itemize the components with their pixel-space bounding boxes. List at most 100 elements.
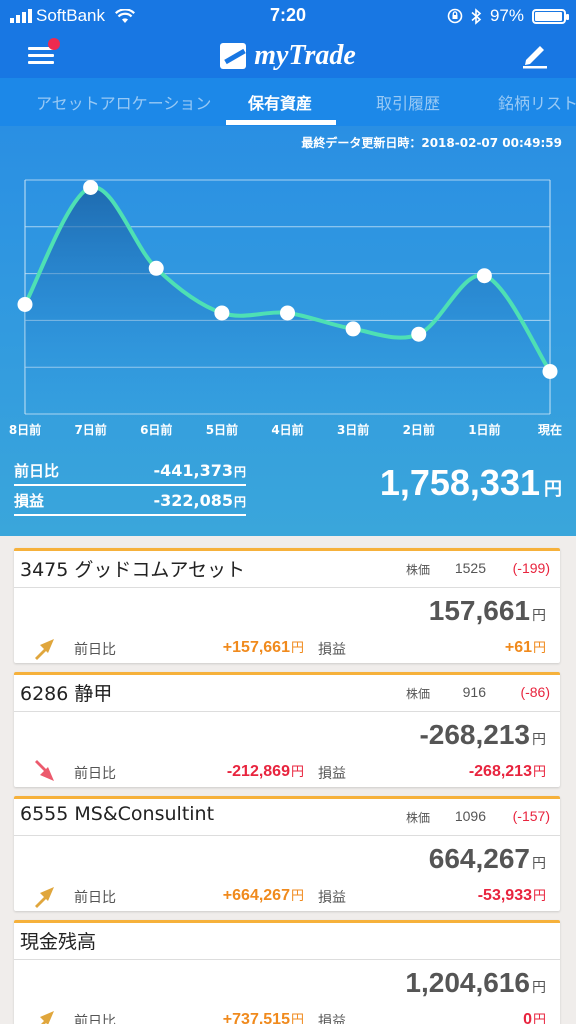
trend-down-arrow-icon [35, 760, 54, 781]
stock-price: 1525 [454, 560, 486, 576]
pl-value: -322,085 [153, 491, 233, 510]
chart-data-point [214, 305, 230, 321]
holding-value: -268,213 円 [419, 719, 546, 751]
stock-price: 916 [462, 684, 486, 700]
day-change-value: +664,267円 [154, 885, 304, 905]
total-assets: 1,758,331 円 [380, 462, 562, 504]
price-label: 株価 [406, 811, 431, 825]
price-change: (-199) [512, 560, 550, 576]
card-divider [14, 835, 560, 836]
day-change-label: 前日比 [74, 766, 116, 782]
holding-value-number: 1,204,616 [405, 967, 530, 998]
yen-unit: 円 [544, 479, 562, 500]
battery-icon [532, 8, 569, 24]
card-divider [14, 959, 560, 960]
holding-value: 664,267 円 [429, 843, 546, 875]
yen-unit: 円 [532, 888, 546, 903]
card-divider [14, 711, 560, 712]
yen-unit: 円 [290, 640, 304, 655]
chart-x-tick-label: 6日前 [140, 422, 172, 437]
yen-unit: 円 [233, 465, 246, 479]
trend-arrow [32, 759, 58, 785]
app-name: myTrade [254, 40, 356, 71]
logo-mark-icon [220, 43, 247, 69]
pl-number: +61 [504, 639, 532, 656]
asset-line-chart[interactable]: 8日前 7日前 6日前 5日前 4日前 3日前 2日前 1日前 現在 [0, 126, 576, 446]
price-change: (-86) [520, 684, 550, 700]
trend-up-arrow-icon [35, 639, 54, 660]
holding-card[interactable]: 現金残高 1,204,616 円 前日比 +737,515円 損益 0円 [14, 920, 560, 1024]
chart-data-point [542, 363, 558, 379]
trend-arrow [32, 635, 58, 661]
pl-label: 損益 [14, 492, 45, 510]
holding-title: 6555 MS&Consultint [20, 803, 215, 825]
day-change-row: 前日比 -441,373円 [14, 456, 246, 486]
yen-unit: 円 [532, 979, 546, 995]
holding-value-number: -268,213 [419, 719, 530, 750]
holding-card[interactable]: 3475 グッドコムアセット 株価 1525 (-199) 157,661 円 前… [14, 548, 560, 663]
tab-trade-history[interactable]: 取引履歴 [376, 90, 440, 114]
trend-arrow [32, 883, 58, 909]
pl-value: 0円 [523, 1009, 546, 1024]
chart-data-point [17, 296, 33, 312]
yen-unit: 円 [290, 764, 304, 779]
holding-title: 現金残高 [20, 931, 97, 953]
chart-x-tick-label: 現在 [538, 422, 562, 437]
app-header: myTrade [0, 34, 576, 78]
stock-price: 1096 [454, 808, 486, 824]
summary: 前日比 -441,373円 損益 -322,085円 [14, 456, 246, 516]
tab-holdings[interactable]: 保有資産 [248, 90, 312, 114]
holding-card[interactable]: 6286 静甲 株価 916 (-86) -268,213 円 前日比 -212,… [14, 672, 560, 787]
chart-x-tick-label: 2日前 [403, 422, 435, 437]
day-change-label: 前日比 [74, 642, 116, 658]
pl-label: 損益 [318, 642, 346, 658]
day-change-value: -441,373 [153, 461, 233, 480]
price-change: (-157) [512, 808, 550, 824]
status-bar: SoftBank 7:20 97% [0, 0, 576, 34]
chart-x-tick-label: 1日前 [468, 422, 500, 437]
pl-value: +61円 [505, 637, 546, 657]
pl-value: -53,933円 [478, 885, 546, 905]
day-change-label: 前日比 [74, 1014, 116, 1024]
holding-value-number: 157,661 [428, 595, 530, 626]
yen-unit: 円 [290, 1012, 304, 1024]
rotation-lock-icon [447, 8, 463, 24]
yen-unit: 円 [532, 607, 546, 623]
chart-data-point [280, 305, 295, 321]
day-change-number: -212,869 [226, 763, 290, 780]
trend-up-arrow-icon [35, 887, 54, 908]
yen-unit: 円 [532, 764, 546, 779]
pl-label: 損益 [318, 1014, 346, 1024]
chart-panel: 最終データ更新日時：2018-02-07 00:49:59 8日前 7日前 6日前 5… [0, 126, 576, 536]
app-logo: myTrade [0, 34, 576, 78]
day-change-number: +157,661 [222, 639, 290, 656]
pl-label: 損益 [318, 766, 346, 782]
chart-x-tick-label: 8日前 [9, 422, 41, 437]
active-tab-indicator [226, 120, 336, 125]
edit-button[interactable] [520, 40, 550, 70]
pl-row: 損益 -322,085円 [14, 486, 246, 516]
pl-number: -53,933 [477, 887, 532, 904]
day-change-number: +737,515 [222, 1011, 290, 1024]
price-label: 株価 [406, 687, 431, 701]
holding-card[interactable]: 6555 MS&Consultint 株価 1096 (-157) 664,26… [14, 796, 560, 911]
holding-title: 6286 静甲 [20, 683, 113, 705]
yen-unit: 円 [233, 495, 246, 509]
yen-unit: 円 [290, 888, 304, 903]
pl-value: -268,213円 [469, 761, 546, 781]
tab-stock-list[interactable]: 銘柄リスト [498, 90, 576, 114]
yen-unit: 円 [532, 731, 546, 747]
chart-x-tick-label: 7日前 [74, 422, 106, 437]
yen-unit: 円 [532, 855, 546, 871]
day-change-value: +157,661円 [154, 637, 304, 657]
yen-unit: 円 [532, 640, 546, 655]
day-change-number: +664,267 [222, 887, 290, 904]
pencil-icon [523, 46, 547, 69]
battery-fill [535, 11, 563, 21]
tab-asset-allocation[interactable]: アセットアロケーション [36, 90, 211, 114]
holding-value: 1,204,616 円 [405, 967, 546, 999]
chart-data-point [476, 268, 492, 284]
trend-arrow [32, 1007, 58, 1024]
battery-percent: 97% [489, 6, 524, 25]
card-divider [14, 587, 560, 588]
